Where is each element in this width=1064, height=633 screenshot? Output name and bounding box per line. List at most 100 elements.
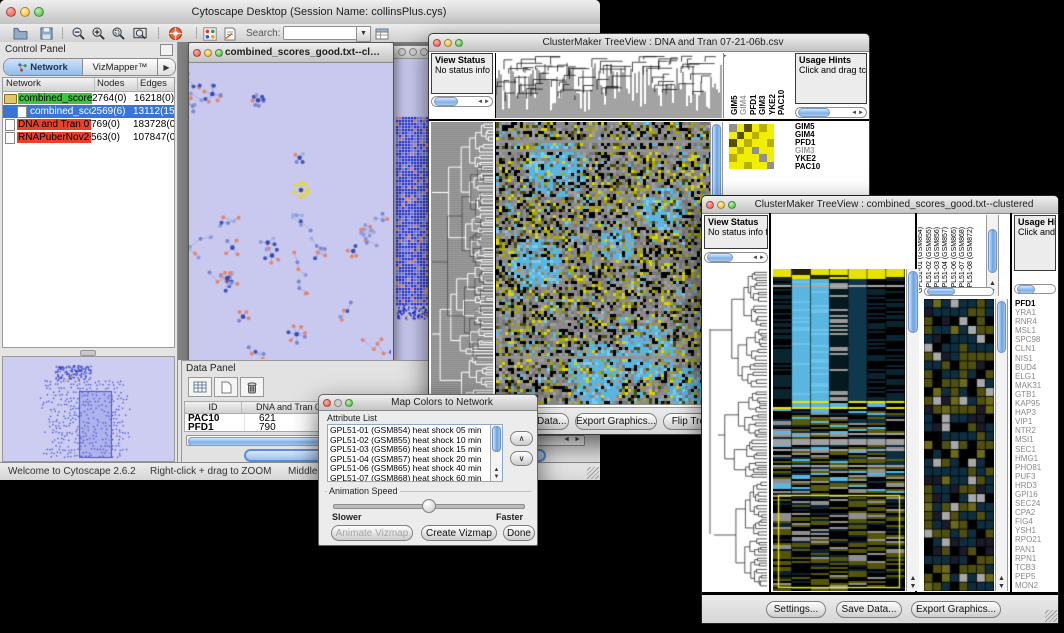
column-label[interactable]: GPL51-06 (GSM865) — [951, 227, 959, 293]
network-tree-row[interactable]: combined_scores_2764(0)16218(0) — [3, 92, 174, 105]
zoom-matrix-cell[interactable] — [737, 132, 745, 140]
gene-label[interactable]: TCB3 — [1013, 563, 1057, 572]
export-graphics-button[interactable]: Export Graphics... — [575, 413, 657, 430]
gene-label[interactable]: NTR2 — [1013, 426, 1057, 435]
search-input[interactable] — [283, 26, 357, 40]
attribute-list[interactable]: GPL51-01 (GSM854) heat shock 05 minGPL51… — [327, 424, 503, 482]
zoom-matrix-cell[interactable] — [752, 132, 760, 140]
scroll-right-icon[interactable]: ► — [574, 436, 581, 443]
zoom-in-icon[interactable] — [90, 26, 106, 41]
zoom-matrix-cell[interactable] — [759, 124, 767, 132]
zoom-matrix-cell[interactable] — [752, 124, 760, 132]
zoom-selected-icon[interactable] — [110, 26, 126, 41]
gene-label[interactable]: GTB1 — [1013, 390, 1057, 399]
zoom-heatmap-canvas[interactable] — [924, 299, 994, 591]
move-up-button[interactable]: ∧ — [510, 431, 533, 446]
zoom-matrix-cell[interactable] — [737, 139, 745, 147]
network-tree-row[interactable]: combined_sco2569(6)13112(15) — [3, 105, 174, 118]
dialog-title-bar[interactable]: Map Colors to Network — [319, 395, 537, 411]
scroll-up-icon[interactable]: ▲ — [996, 575, 1007, 583]
gene-label[interactable]: HAP3 — [1013, 408, 1057, 417]
gene-label[interactable]: HRD3 — [1013, 481, 1057, 490]
treeview1-title-bar[interactable]: ClusterMaker TreeView : DNA and Tran 07-… — [429, 34, 869, 52]
network-tree-row[interactable]: RNAPuberNov2+1563(0)107847(0) — [3, 131, 174, 144]
zoom-matrix-cell[interactable] — [759, 139, 767, 147]
export-graphics-button[interactable]: Export Graphics... — [911, 601, 1001, 618]
gene-label[interactable]: MSL1 — [1013, 326, 1057, 335]
usage-hints-scrollbar[interactable]: ◄► — [795, 107, 867, 118]
zoom-window-icon[interactable] — [345, 399, 353, 407]
column-label[interactable]: GPL51-01 (GSM854) — [918, 227, 925, 293]
minimize-icon[interactable] — [409, 48, 417, 56]
gene-label[interactable]: PUF3 — [1013, 472, 1057, 481]
vizmapper-shortcut-icon[interactable] — [202, 26, 218, 41]
float-panel-icon[interactable] — [160, 44, 173, 56]
zoom-window-icon[interactable] — [34, 7, 44, 17]
network-view-window[interactable]: combined_scores_good.txt--cluste... — [188, 42, 394, 360]
zoom-matrix-cell[interactable] — [752, 147, 760, 155]
scroll-left-icon[interactable]: ◄ — [851, 110, 857, 116]
column-label[interactable]: GIM4 — [740, 95, 748, 115]
gene-label[interactable]: MSI1 — [1013, 435, 1057, 444]
scroll-up-icon[interactable]: ▲ — [491, 467, 502, 474]
column-label[interactable]: GPL51-07 (GSM868) — [959, 227, 967, 293]
zoom-matrix-cell[interactable] — [737, 147, 745, 155]
search-dropdown-icon[interactable]: ▼ — [356, 26, 371, 42]
network-tree-row[interactable]: DNA and Tran 07769(0)183728(0) — [3, 118, 174, 131]
gene-label[interactable]: BUD4 — [1013, 363, 1057, 372]
gene-label[interactable]: YSH1 — [1013, 526, 1057, 535]
zoom-matrix-cell[interactable] — [759, 162, 767, 170]
scroll-down-icon[interactable]: ▼ — [996, 583, 1007, 591]
gene-label[interactable]: SEC24 — [1013, 499, 1057, 508]
column-label[interactable]: GIM5 — [731, 95, 739, 115]
zoom-matrix-cell[interactable] — [744, 147, 752, 155]
treeview2-title-bar[interactable]: ClusterMaker TreeView : combined_scores_… — [702, 196, 1058, 214]
zoom-matrix-cell[interactable] — [767, 132, 775, 140]
gene-label[interactable]: NIS1 — [1013, 354, 1057, 363]
close-icon[interactable] — [6, 7, 16, 17]
zoom-matrix-cell[interactable] — [767, 124, 775, 132]
zoom-window-icon[interactable] — [215, 49, 223, 57]
zoom-matrix-cell[interactable] — [744, 139, 752, 147]
zoom-out-icon[interactable] — [70, 26, 86, 41]
heatmap-canvas[interactable] — [495, 122, 710, 405]
tab-vizmapper[interactable]: VizMapper™ — [83, 59, 158, 75]
column-label[interactable]: PAC10 — [778, 90, 786, 115]
save-data-button[interactable]: Save Data... — [836, 601, 902, 618]
zoom-matrix-cell[interactable] — [729, 147, 737, 155]
gene-label[interactable]: ELG1 — [1013, 372, 1057, 381]
col-header-network[interactable]: Network — [3, 78, 95, 91]
tab-overflow-arrow[interactable]: ▶ — [158, 59, 175, 75]
zoom-matrix-cell[interactable] — [744, 132, 752, 140]
attribute-browser-icon[interactable] — [374, 26, 390, 41]
scroll-left-icon[interactable]: ◄ — [563, 436, 570, 443]
minimize-icon[interactable] — [204, 49, 212, 57]
close-icon[interactable] — [433, 39, 441, 47]
minimize-icon[interactable] — [20, 7, 30, 17]
new-attribute-icon[interactable] — [214, 377, 238, 397]
view-status-scrollbar[interactable]: ◄► — [704, 252, 768, 263]
main-title-bar[interactable]: Cytoscape Desktop (Session Name: collins… — [0, 0, 600, 25]
close-icon[interactable] — [706, 201, 714, 209]
zoom-matrix-cell[interactable] — [759, 147, 767, 155]
gene-label[interactable]: PHO81 — [1013, 463, 1057, 472]
col-header-id[interactable]: ID — [185, 402, 242, 413]
zoom-matrix-cell[interactable] — [729, 139, 737, 147]
zoom-matrix-cell[interactable] — [729, 132, 737, 140]
gene-label[interactable]: RNR4 — [1013, 317, 1057, 326]
save-icon[interactable] — [38, 26, 54, 41]
gene-label[interactable]: CPA2 — [1013, 508, 1057, 517]
open-file-icon[interactable] — [12, 26, 28, 41]
annotation-icon[interactable] — [222, 26, 238, 41]
gene-label[interactable]: SPC98 — [1013, 335, 1057, 344]
zoom-fit-icon[interactable] — [132, 26, 148, 41]
zoom-window-icon[interactable] — [728, 201, 736, 209]
gene-label[interactable]: GPI16 — [1013, 490, 1057, 499]
gene-label[interactable]: PFD1 — [1013, 299, 1057, 308]
gene-label[interactable]: SEC1 — [1013, 445, 1057, 454]
column-labels-scrollbar[interactable]: ▲▼ — [986, 215, 999, 296]
zoom-matrix-cell[interactable] — [752, 154, 760, 162]
gene-label[interactable]: KAP95 — [1013, 399, 1057, 408]
column-label[interactable]: GIM3 — [759, 95, 767, 115]
zoom-matrix-cell[interactable] — [737, 124, 745, 132]
